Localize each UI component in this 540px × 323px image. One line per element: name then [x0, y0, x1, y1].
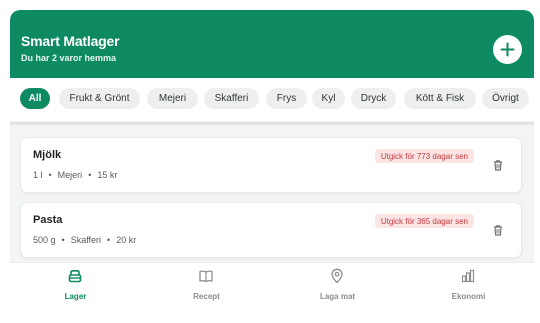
- filter-chip-frukt-gront[interactable]: Frukt & Grönt: [59, 88, 140, 109]
- filter-chip-frys[interactable]: Frys: [266, 88, 307, 109]
- book-icon: [199, 270, 213, 283]
- bottom-navigation: Lager Recept Laga mat Ekonomi: [10, 262, 534, 315]
- list-item[interactable]: Pasta 500 g • Skafferi • 20 kr Utgick fö…: [20, 202, 522, 258]
- scroll-indicator: [10, 122, 534, 125]
- filter-chip-kyl[interactable]: Kyl: [312, 88, 345, 109]
- nav-tab-lager[interactable]: Lager: [10, 263, 141, 315]
- inventory-list: Mjölk 1 l • Mejeri • 15 kr Utgick för 77…: [10, 122, 534, 262]
- item-price: 20 kr: [116, 235, 137, 245]
- nav-label: Recept: [193, 292, 220, 301]
- nav-label: Ekonomi: [451, 292, 486, 301]
- storage-box-icon: [68, 270, 82, 283]
- item-name: Mjölk: [33, 149, 62, 161]
- nav-label: Lager: [64, 292, 87, 301]
- separator-dot: •: [107, 235, 111, 245]
- separator-dot: •: [88, 170, 92, 180]
- item-count-subtitle: Du har 2 varor hemma: [21, 53, 117, 63]
- separator-dot: •: [48, 170, 52, 180]
- nav-tab-recept[interactable]: Recept: [141, 263, 272, 315]
- item-category: Skafferi: [70, 235, 102, 245]
- item-meta: 500 g • Skafferi • 20 kr: [33, 235, 136, 245]
- trash-icon[interactable]: [491, 223, 505, 237]
- filter-chip-all[interactable]: All: [20, 88, 50, 109]
- expired-status-badge: Utgick för 365 dagar sen: [374, 214, 474, 228]
- nav-label: Laga mat: [319, 292, 356, 301]
- filter-chip-ovrigt[interactable]: Övrigt: [482, 88, 529, 109]
- item-price: 15 kr: [97, 170, 118, 180]
- item-quantity: 500 g: [33, 235, 56, 245]
- map-pin-icon: [331, 268, 343, 284]
- filter-chip-dryck[interactable]: Dryck: [351, 88, 396, 109]
- item-name: Pasta: [33, 214, 63, 226]
- category-filter-bar: All Frukt & Grönt Mejeri Skafferi Frys K…: [10, 78, 534, 122]
- app-header: Smart Matlager Du har 2 varor hemma: [10, 10, 534, 78]
- add-item-button[interactable]: [493, 35, 522, 64]
- list-item[interactable]: Mjölk 1 l • Mejeri • 15 kr Utgick för 77…: [20, 137, 522, 193]
- trash-icon[interactable]: [491, 158, 505, 172]
- filter-chip-kott-fisk[interactable]: Kött & Fisk: [404, 88, 476, 109]
- nav-tab-ekonomi[interactable]: Ekonomi: [403, 263, 534, 315]
- item-category: Mejeri: [57, 170, 83, 180]
- plus-icon: [500, 42, 515, 57]
- nav-tab-laga-mat[interactable]: Laga mat: [272, 263, 403, 315]
- separator-dot: •: [61, 235, 65, 245]
- item-quantity: 1 l: [33, 170, 43, 180]
- item-meta: 1 l • Mejeri • 15 kr: [33, 170, 117, 180]
- bar-chart-icon: [461, 269, 475, 283]
- filter-chip-skafferi[interactable]: Skafferi: [204, 88, 259, 109]
- app-screen: Smart Matlager Du har 2 varor hemma All …: [10, 10, 534, 315]
- app-title: Smart Matlager: [21, 33, 120, 49]
- expired-status-badge: Utgick för 773 dagar sen: [374, 149, 474, 163]
- filter-chip-mejeri[interactable]: Mejeri: [147, 88, 198, 109]
